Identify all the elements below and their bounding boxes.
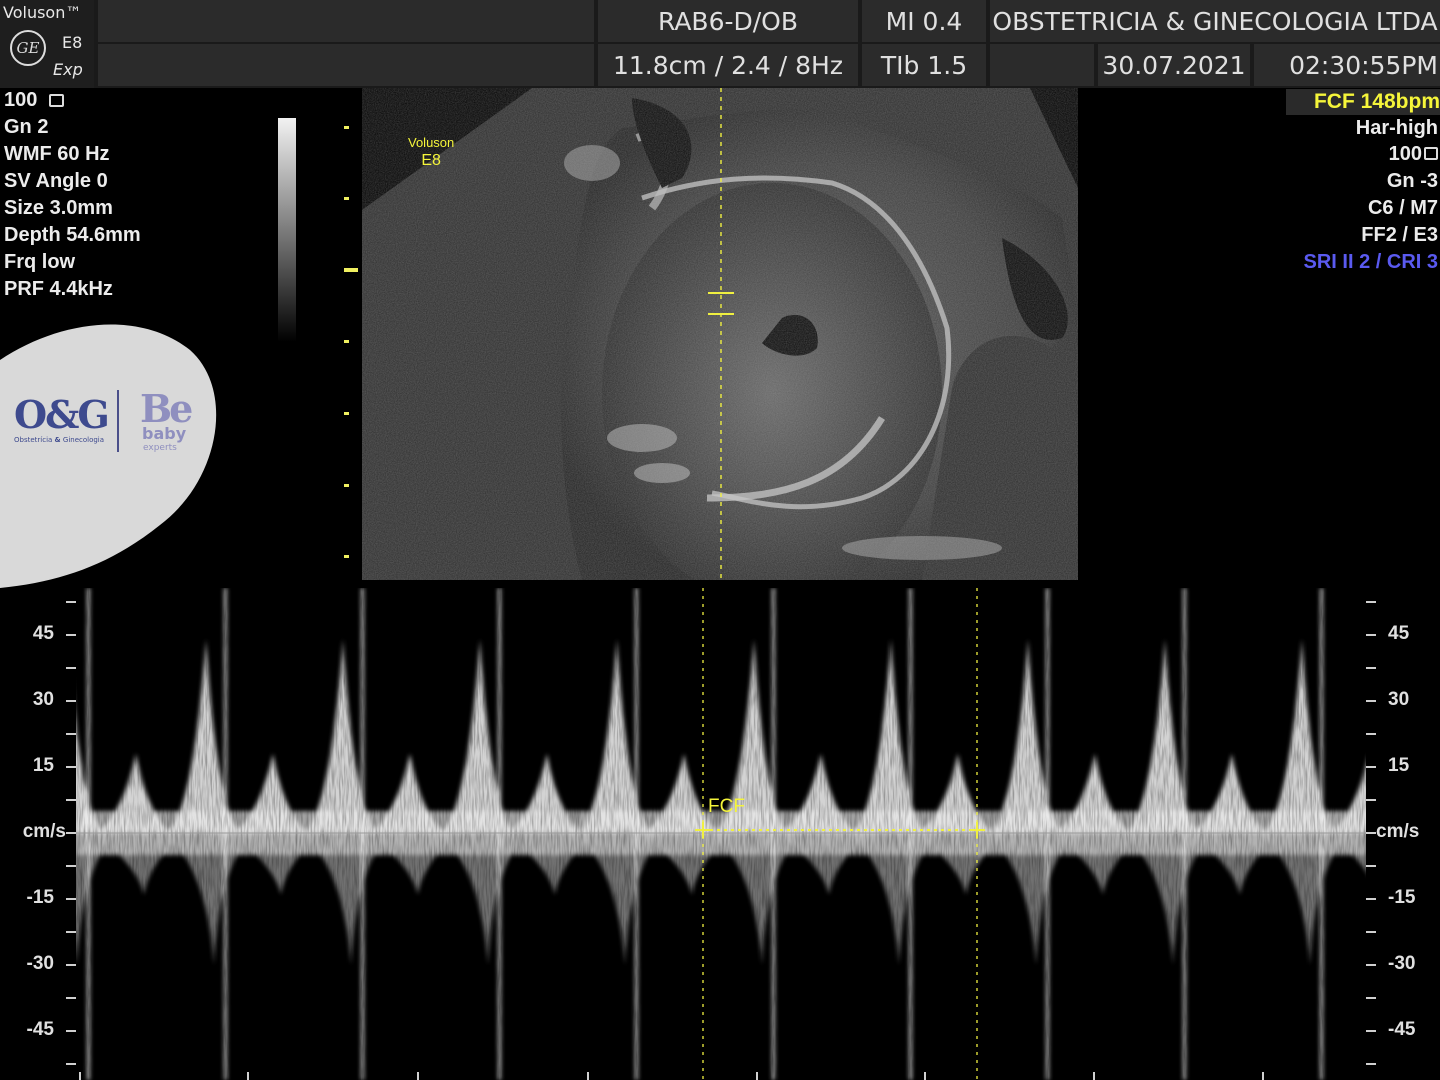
harmonic-value: Har-high: [1355, 117, 1438, 139]
experts-label: experts: [143, 443, 177, 453]
ge-logo-icon: GE: [10, 30, 46, 66]
depth-freq-label: 11.8cm / 2.4 / 8Hz: [598, 44, 858, 86]
power-value: 100: [4, 89, 64, 111]
clinic-name: OBSTETRICIA & GINECOLOGIA LTDA: [990, 0, 1440, 42]
prf-value: PRF 4.4kHz: [4, 278, 113, 300]
baby-label: baby: [142, 424, 187, 443]
header-empty-1: [98, 0, 594, 42]
filter-value: FF2 / E3: [1361, 224, 1438, 246]
frq-value: Frq low: [4, 251, 76, 273]
lock-icon: [48, 94, 64, 107]
brand-model: E8: [62, 33, 83, 52]
b-mode-image: [362, 88, 1078, 580]
depth-scale: [344, 126, 358, 558]
depth-value: Depth 54.6mm: [4, 224, 141, 246]
power-right-value: 100: [1389, 143, 1438, 165]
gain-right-value: Gn -3: [1386, 170, 1438, 192]
probe-label: RAB6-D/OB: [598, 0, 858, 42]
sri-value: SRI II 2 / CRI 3: [1303, 251, 1438, 273]
tib-label: TIb 1.5: [862, 44, 986, 86]
clinic-watermark: [0, 324, 217, 588]
brand-block: Voluson™ GE E8 Exp: [0, 0, 94, 88]
og-logo: O&G: [14, 392, 110, 437]
axis-tick-marks: [66, 601, 1376, 1080]
wmf-value: WMF 60 Hz: [4, 143, 110, 165]
fetal-scan-image: [362, 88, 1078, 580]
brand-name: Voluson™: [3, 3, 82, 22]
header-empty-3: [990, 44, 1094, 86]
time-label: 02:30:55PM: [1254, 44, 1440, 86]
lock-icon: [1424, 147, 1438, 160]
image-label: Voluson E8: [408, 135, 455, 169]
mi-label: MI 0.4: [862, 0, 986, 42]
og-subtitle: Obstetrícia & Ginecologia: [14, 436, 105, 444]
fetal-heart-rate: FCF 148bpm: [1286, 89, 1440, 115]
brand-sub: Exp: [53, 60, 83, 79]
header-empty-2: [98, 44, 594, 86]
header-bar: Voluson™ GE E8 Exp RAB6-D/OB MI 0.4 OBST…: [0, 0, 1440, 88]
date-label: 30.07.2021: [1098, 44, 1250, 86]
sv-angle-value: SV Angle 0: [4, 170, 108, 192]
map-value: C6 / M7: [1367, 197, 1438, 219]
size-value: Size 3.0mm: [4, 197, 113, 219]
gain-value: Gn 2: [4, 116, 49, 138]
grayscale-bar: [278, 118, 296, 342]
